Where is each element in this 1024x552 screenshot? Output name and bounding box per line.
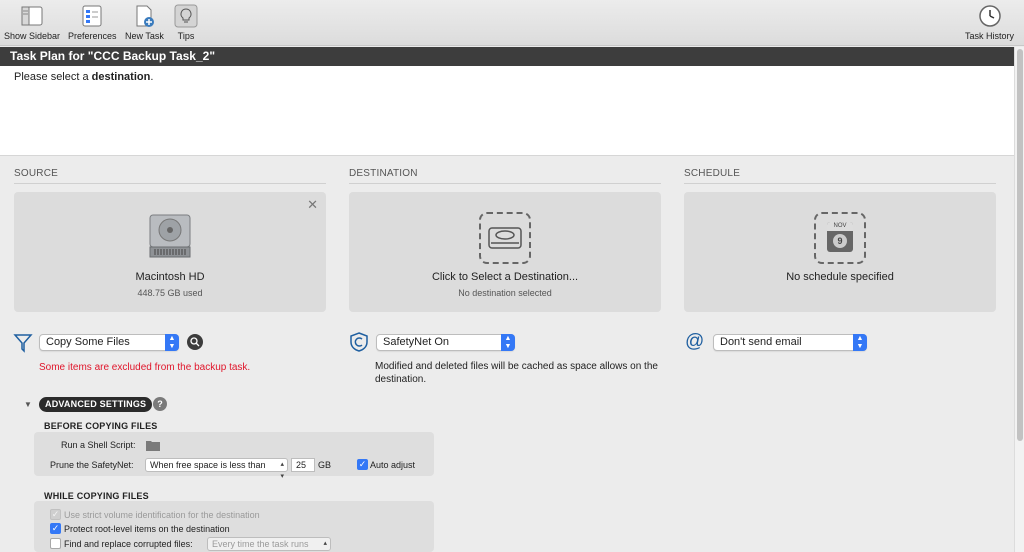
popup-arrows-icon: ▲ ▼: [165, 334, 179, 351]
exclusion-warning: Some items are excluded from the backup …: [39, 362, 251, 373]
scrollbar-thumb[interactable]: [1017, 49, 1023, 441]
calendar-day: 9: [833, 234, 847, 248]
prune-condition-popup[interactable]: When free space is less than ▴ ▾: [145, 458, 288, 480]
auto-adjust-checkbox[interactable]: ✓: [357, 459, 368, 470]
close-icon[interactable]: ✕: [307, 197, 318, 213]
tips-label: Tips: [177, 31, 195, 41]
prune-amount-field[interactable]: 25: [291, 458, 315, 472]
new-task-label: New Task: [125, 31, 164, 41]
destination-drop-zone[interactable]: [479, 212, 531, 264]
copy-filter-popup[interactable]: Copy Some Files ▲ ▼: [39, 334, 179, 351]
task-plan-title: Task Plan for "CCC Backup Task_2": [0, 47, 1014, 66]
show-sidebar-button[interactable]: Show Sidebar: [4, 4, 60, 41]
new-task-button[interactable]: New Task: [125, 4, 164, 41]
show-sidebar-label: Show Sidebar: [4, 31, 61, 41]
find-replace-frequency-popup[interactable]: Every time the task runs ▴▾: [207, 537, 331, 551]
calendar-icon: NOV 9: [827, 222, 853, 252]
destination-heading: DESTINATION: [349, 168, 661, 184]
schedule-drop-zone[interactable]: NOV 9: [814, 212, 866, 264]
find-replace-label: Find and replace corrupted files:: [64, 539, 193, 549]
destination-subtitle: No destination selected: [458, 288, 552, 298]
hard-drive-icon: [147, 212, 193, 262]
destination-card[interactable]: Click to Select a Destination... No dest…: [349, 192, 661, 312]
strict-volume-checkbox[interactable]: ✓: [50, 509, 61, 520]
clock-icon: [978, 4, 1002, 28]
find-replace-frequency-value: Every time the task runs: [212, 539, 309, 549]
message-bold: destination: [91, 71, 151, 83]
source-heading: SOURCE: [14, 168, 326, 184]
schedule-heading: SCHEDULE: [684, 168, 996, 184]
source-disk-used: 448.75 GB used: [137, 288, 203, 298]
message-prefix: Please select a: [14, 71, 92, 83]
message-suffix: .: [150, 71, 154, 83]
calendar-month: NOV: [827, 222, 853, 231]
message-area: Please select a destination.: [0, 66, 1014, 156]
task-history-label: Task History: [965, 31, 1015, 41]
filter-icon[interactable]: [13, 333, 33, 353]
prune-condition-value: When free space is less than: [150, 460, 266, 470]
source-disk-name: Macintosh HD: [135, 271, 205, 283]
toolbar: Show Sidebar Preferences New Task Tips T…: [0, 0, 1024, 46]
lightbulb-icon: [174, 4, 198, 28]
sidebar-icon: [20, 4, 44, 28]
find-replace-checkbox[interactable]: [50, 538, 61, 549]
popup-arrows-icon: ▲ ▼: [853, 334, 867, 351]
chevron-updown-icon: ▴▾: [323, 540, 327, 547]
while-copying-panel: ✓ Use strict volume identification for t…: [34, 501, 434, 552]
schedule-title: No schedule specified: [786, 271, 894, 283]
before-copying-panel: Run a Shell Script: Prune the SafetyNet:…: [34, 432, 434, 480]
shell-script-label: Run a Shell Script:: [61, 440, 136, 450]
disclosure-triangle-icon[interactable]: ▼: [24, 400, 32, 409]
preferences-icon: [80, 4, 104, 28]
popup-arrows-icon: ▲ ▼: [501, 334, 515, 351]
destination-title: Click to Select a Destination...: [431, 271, 579, 283]
safetynet-value: SafetyNet On: [383, 336, 450, 348]
strict-volume-label: Use strict volume identification for the…: [64, 510, 260, 520]
disk-icon: [488, 227, 522, 249]
folder-icon[interactable]: [145, 439, 161, 452]
email-value: Don't send email: [720, 336, 802, 348]
preferences-label: Preferences: [68, 31, 117, 41]
new-document-icon: [132, 4, 156, 28]
auto-adjust-label: Auto adjust: [370, 460, 416, 470]
prune-safetynet-label: Prune the SafetyNet:: [50, 460, 134, 470]
copy-filter-value: Copy Some Files: [46, 336, 130, 348]
email-popup[interactable]: Don't send email ▲ ▼: [713, 334, 867, 351]
safetynet-description: Modified and deleted files will be cache…: [375, 361, 658, 385]
schedule-card[interactable]: NOV 9 No schedule specified: [684, 192, 996, 312]
task-history-button[interactable]: Task History: [965, 4, 1014, 41]
magnifier-icon[interactable]: [187, 334, 203, 350]
while-copying-heading: WHILE COPYING FILES: [44, 491, 149, 501]
safetynet-icon: [349, 332, 369, 352]
chevron-updown-icon: ▴▾: [280, 461, 284, 480]
tips-button[interactable]: Tips: [174, 4, 198, 41]
help-icon[interactable]: ?: [153, 397, 167, 411]
preferences-button[interactable]: Preferences: [68, 4, 117, 41]
source-card[interactable]: ✕ Macintosh HD 448.75 GB used: [14, 192, 326, 312]
prune-unit-label: GB: [318, 460, 332, 470]
before-copying-heading: BEFORE COPYING FILES: [44, 421, 158, 431]
advanced-settings-button[interactable]: ADVANCED SETTINGS: [39, 397, 153, 412]
at-sign-icon: @: [685, 331, 705, 352]
safetynet-popup[interactable]: SafetyNet On ▲ ▼: [376, 334, 515, 351]
vertical-scrollbar[interactable]: [1014, 47, 1024, 552]
protect-root-label: Protect root-level items on the destinat…: [64, 524, 230, 534]
protect-root-checkbox[interactable]: ✓: [50, 523, 61, 534]
